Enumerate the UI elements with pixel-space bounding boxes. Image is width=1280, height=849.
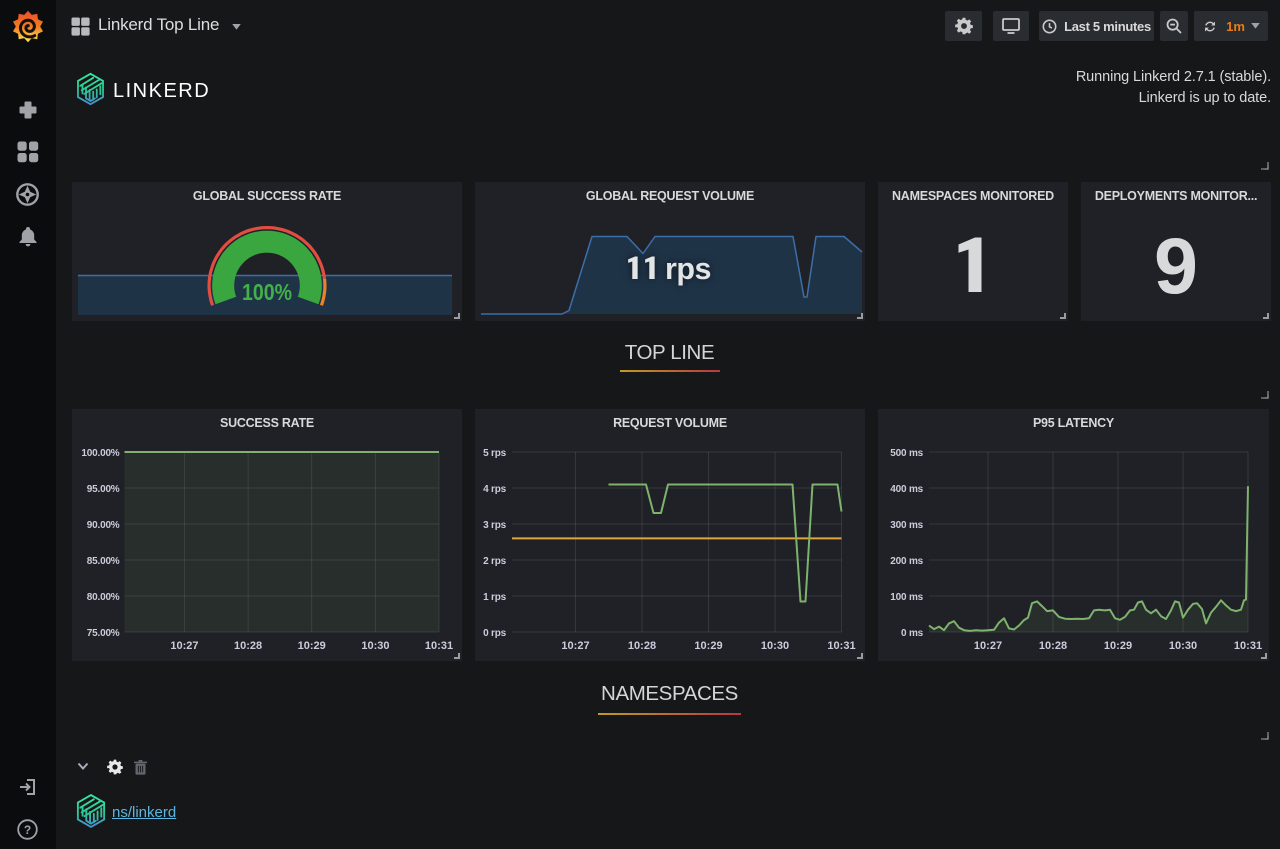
- svg-text:95.00%: 95.00%: [87, 484, 120, 495]
- svg-text:10:27: 10:27: [170, 640, 198, 652]
- svg-text:10:29: 10:29: [694, 640, 722, 652]
- svg-text:5 rps: 5 rps: [483, 448, 507, 459]
- svg-text:100%: 100%: [242, 279, 292, 305]
- svg-text:10:31: 10:31: [1234, 640, 1262, 652]
- svg-text:1 rps: 1 rps: [483, 592, 507, 603]
- svg-text:80.00%: 80.00%: [87, 592, 120, 603]
- svg-text:0 ms: 0 ms: [901, 628, 924, 639]
- svg-text:10:28: 10:28: [234, 640, 262, 652]
- svg-text:4 rps: 4 rps: [483, 484, 507, 495]
- svg-text:10:30: 10:30: [1169, 640, 1197, 652]
- svg-text:10:27: 10:27: [974, 640, 1002, 652]
- svg-text:rps: rps: [665, 252, 711, 286]
- svg-text:100.00%: 100.00%: [81, 448, 119, 459]
- svg-text:10:28: 10:28: [628, 640, 656, 652]
- svg-text:500 ms: 500 ms: [890, 448, 923, 459]
- svg-text:10:30: 10:30: [761, 640, 789, 652]
- svg-text:3 rps: 3 rps: [483, 520, 507, 531]
- svg-text:10:29: 10:29: [298, 640, 326, 652]
- svg-text:2 rps: 2 rps: [483, 556, 507, 567]
- svg-text:10:29: 10:29: [1104, 640, 1132, 652]
- svg-text:85.00%: 85.00%: [87, 556, 120, 567]
- svg-text:10:31: 10:31: [425, 640, 453, 652]
- svg-text:75.00%: 75.00%: [87, 628, 120, 639]
- svg-text:100 ms: 100 ms: [890, 592, 923, 603]
- svg-text:10:27: 10:27: [561, 640, 589, 652]
- svg-text:10:30: 10:30: [361, 640, 389, 652]
- svg-text:90.00%: 90.00%: [87, 520, 120, 531]
- svg-text:?: ?: [24, 823, 31, 837]
- svg-text:300 ms: 300 ms: [890, 520, 923, 531]
- svg-text:10:28: 10:28: [1039, 640, 1067, 652]
- svg-text:200 ms: 200 ms: [890, 556, 923, 567]
- svg-text:0 rps: 0 rps: [483, 628, 507, 639]
- svg-text:10:31: 10:31: [827, 640, 855, 652]
- svg-text:400 ms: 400 ms: [890, 484, 923, 495]
